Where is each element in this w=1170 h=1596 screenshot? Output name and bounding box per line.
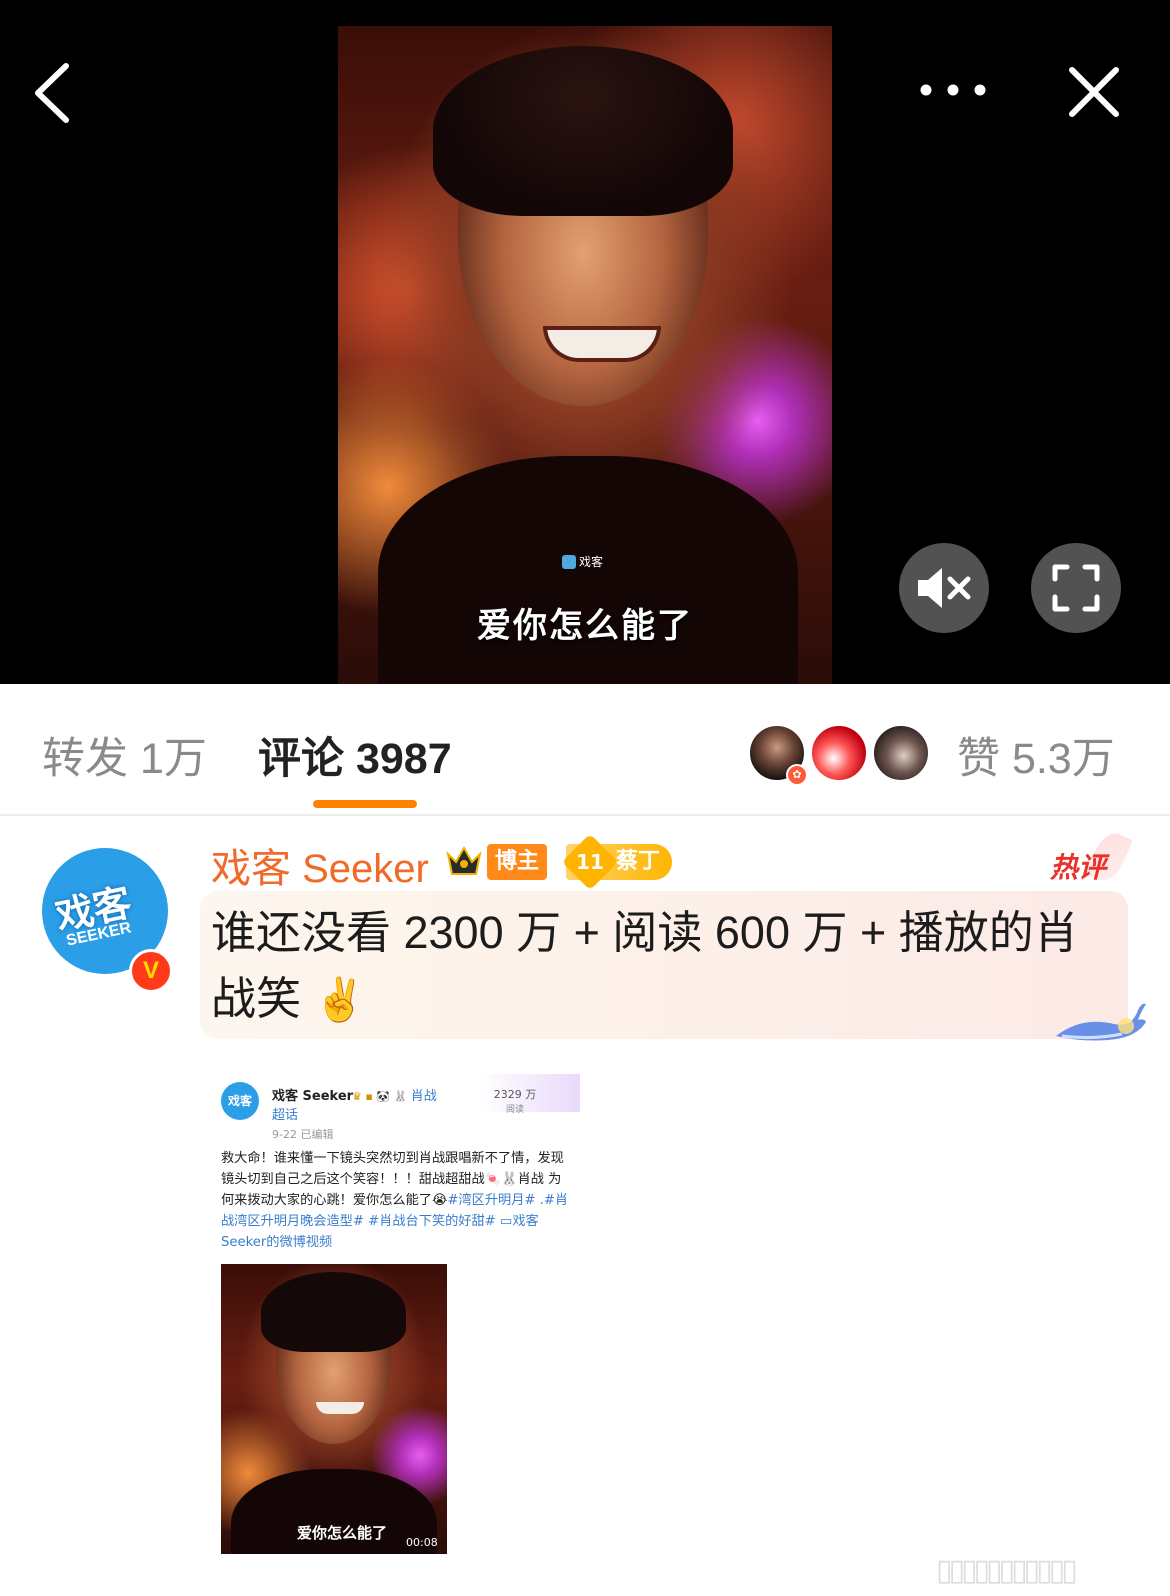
liker-avatar[interactable] (872, 724, 930, 782)
embed-reads-value: 2329 万 (493, 1088, 537, 1101)
stats-bar: 转发 1万 评论 3987 ✿ 赞 5.3万 (0, 684, 1170, 816)
back-button[interactable] (30, 58, 80, 128)
active-tab-indicator (313, 800, 417, 808)
close-button[interactable] (1066, 64, 1122, 120)
embed-reads: 2329 万 阅读 (480, 1086, 550, 1115)
chevron-left-icon (35, 63, 69, 123)
embed-topic-2: 超话 (272, 1108, 299, 1123)
video-figure-smile (543, 326, 661, 362)
video-figure-shirt (378, 456, 798, 684)
embed-video-subtitle: 爱你怎么能了 (297, 1524, 388, 1542)
embed-author-name: 戏客 Seeker (272, 1089, 354, 1104)
watermark-logo-icon (562, 554, 576, 569)
peace-hand-icon: ✌ (313, 976, 366, 1023)
embed-video-thumbnail: 爱你怎么能了 00:08 (221, 1264, 447, 1554)
comment-author-name[interactable]: 戏客 Seeker (211, 836, 429, 894)
liker-avatar[interactable] (810, 724, 868, 782)
fullscreen-icon (1052, 564, 1100, 612)
video-watermark: 戏客 (562, 553, 603, 570)
tab-likes[interactable]: 赞 5.3万 (957, 724, 1115, 786)
embed-badge-icons: ♛ ▪ 🐼 🐰 肖战 (352, 1089, 437, 1104)
embed-avatar: 戏客 (221, 1082, 259, 1120)
fullscreen-button[interactable] (1031, 543, 1121, 633)
whale-decoration-icon (1056, 1003, 1146, 1041)
embed-topic-1: 肖战 (410, 1089, 437, 1104)
comment-text[interactable]: 谁还没看 2300 万 + 阅读 600 万 + 播放的肖战笑 ✌ (211, 900, 1121, 1033)
fan-level-icon: 11 (561, 833, 619, 891)
comment-image-screenshot[interactable]: 戏客 戏客 Seeker ♛ ▪ 🐼 🐰 肖战 超话 9-22 已编辑 2329… (218, 1074, 580, 1564)
hot-comment-badge: 热评 (1050, 851, 1107, 884)
comment-item: 戏客 SEEKER V 戏客 Seeker 博主 蔡丁 11 热评 谁还没看 2… (0, 816, 1170, 1596)
embed-figure-hair (261, 1272, 406, 1352)
verified-badge-icon: V (129, 949, 173, 993)
mute-button[interactable] (899, 543, 989, 633)
embed-video-duration: 00:08 (406, 1536, 438, 1549)
more-dots-icon (920, 84, 986, 96)
embed-figure-smile (316, 1402, 364, 1414)
video-figure-hair (433, 46, 733, 216)
more-button[interactable] (918, 70, 992, 110)
blogger-badge[interactable]: 博主 (487, 844, 548, 880)
video-player[interactable]: 戏客 爱你怎么能了 (0, 0, 1170, 684)
embed-body-text: 救大命！谁来懂一下镜头突然切到肖战跟唱新不了情，发现镜头切到自己之后这个笑容！！… (221, 1148, 571, 1253)
liker-badge-icon: ✿ (786, 764, 808, 786)
volume-mute-icon (918, 568, 971, 608)
tab-comments[interactable]: 评论 3987 (258, 724, 452, 786)
embed-date: 9-22 已编辑 (272, 1128, 334, 1141)
crown-badge-icon[interactable] (445, 842, 483, 880)
tab-reposts[interactable]: 转发 1万 (42, 724, 207, 786)
watermark-pattern-icon: ▯▯▯▯▯▯▯▯▯▯▯ (936, 1553, 1078, 1588)
video-subtitle: 爱你怎么能了 (477, 606, 693, 646)
fan-level-number: 11 (576, 850, 604, 874)
embed-reads-label: 阅读 (505, 1105, 524, 1115)
video-frame[interactable]: 戏客 爱你怎么能了 (338, 26, 832, 684)
close-icon (1069, 67, 1119, 117)
video-watermark-text: 戏客 (579, 555, 604, 569)
